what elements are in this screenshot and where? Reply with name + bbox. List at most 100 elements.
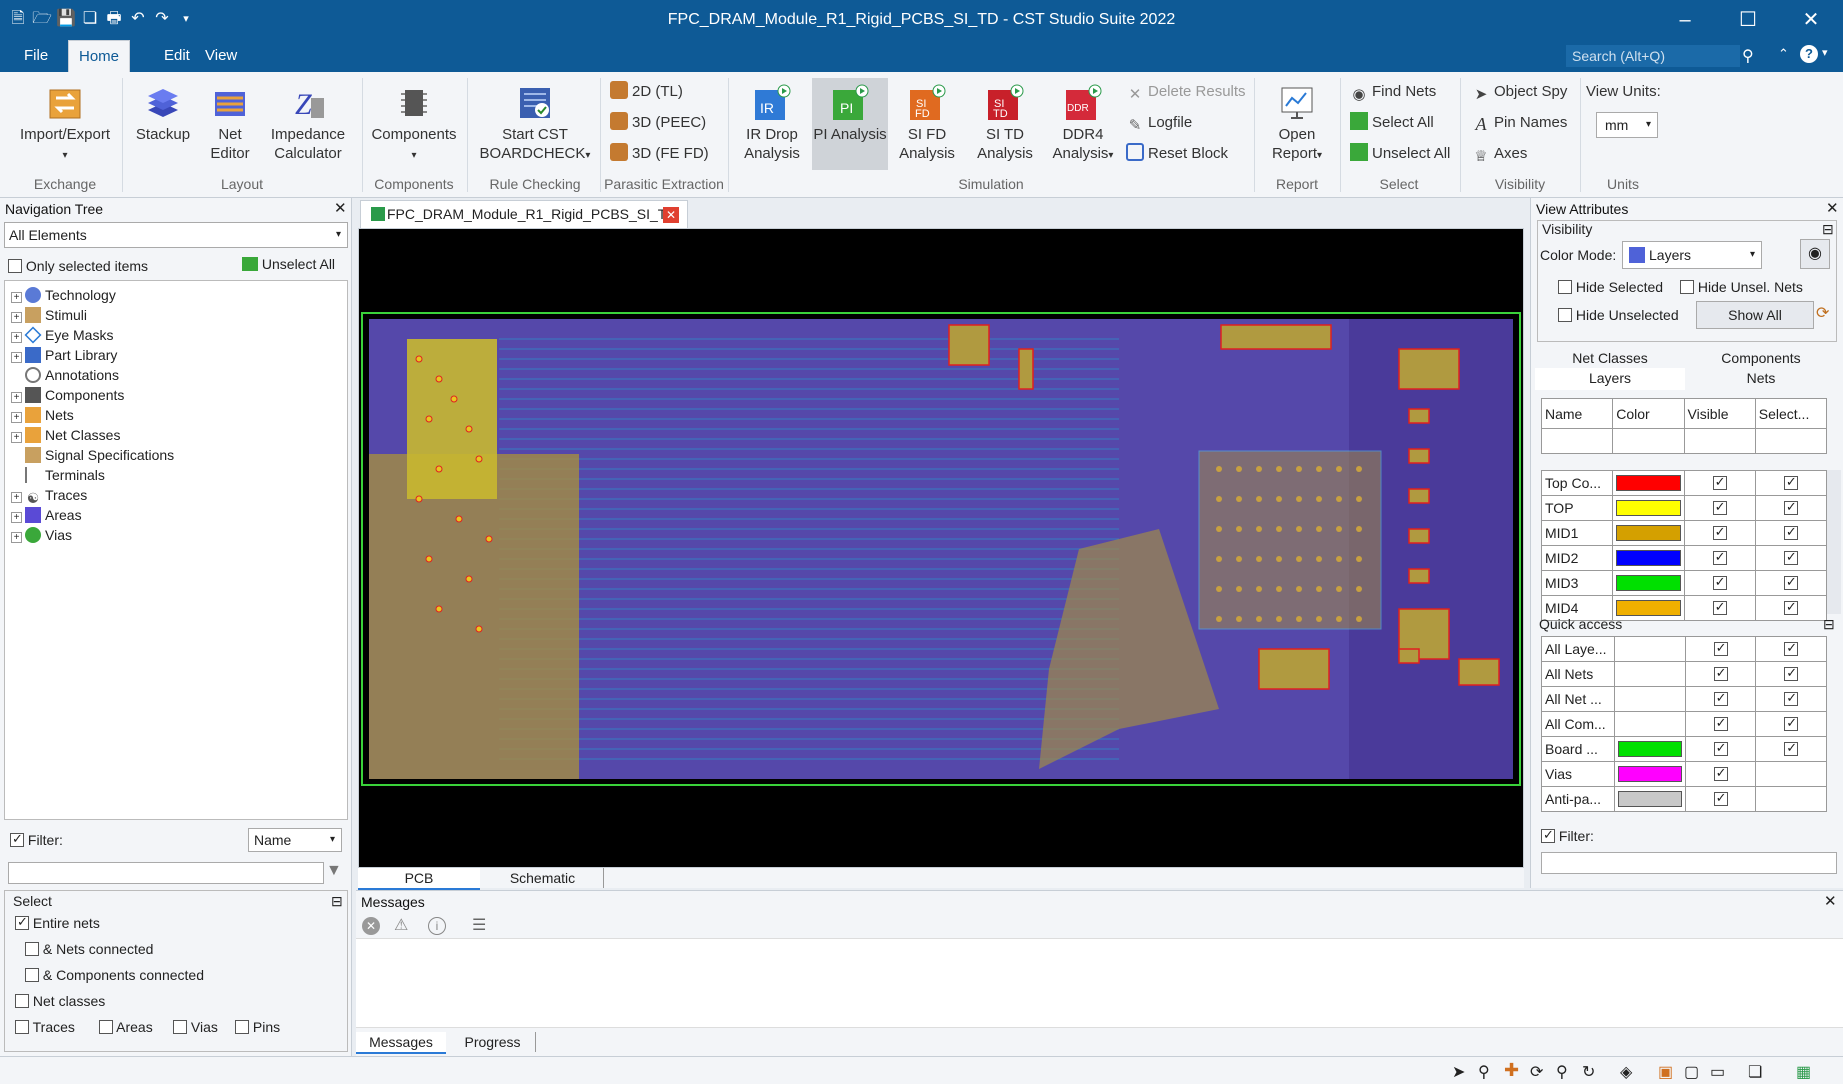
zoom-area-icon[interactable]: ⚲: [1556, 1062, 1568, 1082]
checkbox[interactable]: [15, 914, 29, 930]
visible-checkbox[interactable]: [1712, 574, 1727, 590]
filter-close-icon[interactable]: [10, 831, 24, 847]
expand-icon[interactable]: +: [11, 512, 22, 523]
layer-row[interactable]: MID1: [1540, 520, 1828, 546]
quick-access-row[interactable]: Board ...: [1540, 736, 1827, 762]
info-filter-icon[interactable]: i: [428, 917, 446, 935]
delete-results-button[interactable]: ✕ Delete Results: [1126, 80, 1246, 104]
collapse-icon[interactable]: ⊟: [331, 893, 343, 910]
tree-item-net-classes[interactable]: + Net Classes: [11, 425, 120, 445]
search-icon[interactable]: ⚲: [1742, 46, 1754, 66]
tree-item-areas[interactable]: + Areas: [11, 505, 82, 525]
fit-view-icon[interactable]: ▣: [1658, 1062, 1673, 1082]
select-checkbox[interactable]: [1784, 640, 1799, 656]
filter-close-icon[interactable]: [1541, 827, 1555, 843]
select-all-button[interactable]: Select All: [1350, 111, 1434, 135]
tab-messages[interactable]: Messages: [356, 1032, 446, 1054]
unselect-all-button[interactable]: Unselect All: [1350, 142, 1450, 166]
start-boardcheck-button[interactable]: Start CST BOARDCHECK▾: [476, 84, 594, 165]
message-list-icon[interactable]: ☰: [472, 915, 486, 935]
open-report-button[interactable]: Open Report▾: [1260, 84, 1334, 165]
color-mode-select[interactable]: Layers ▾: [1622, 241, 1762, 269]
tree-item-stimuli[interactable]: + Stimuli: [11, 305, 87, 325]
collapse-icon[interactable]: ⊟: [1823, 616, 1835, 633]
visible-checkbox[interactable]: [1713, 640, 1728, 656]
tree-item-part-library[interactable]: + Part Library: [11, 345, 117, 365]
close-pane-icon[interactable]: ✕: [1824, 892, 1837, 910]
tab-components[interactable]: Components: [1685, 348, 1837, 368]
checkbox[interactable]: [15, 994, 29, 1008]
select-checkbox[interactable]: [1784, 665, 1799, 681]
help-icon[interactable]: ?: [1800, 45, 1818, 63]
tab-progress[interactable]: Progress: [450, 1032, 536, 1052]
expand-icon[interactable]: +: [11, 312, 22, 323]
logfile-button[interactable]: ✎ Logfile: [1126, 111, 1193, 135]
ir-drop-analysis-button[interactable]: IR IR Drop Analysis: [736, 84, 808, 163]
maximize-button[interactable]: ☐: [1721, 0, 1775, 40]
color-swatch[interactable]: [1616, 475, 1681, 491]
object-spy-button[interactable]: ➤ Object Spy: [1472, 80, 1568, 104]
3d-peec-button[interactable]: 3D (PEEC): [610, 111, 706, 135]
nav-unselect-all-button[interactable]: Unselect All: [242, 256, 335, 272]
reset-view-icon[interactable]: ▢: [1684, 1062, 1699, 1082]
tree-item-eye-masks[interactable]: + Eye Masks: [11, 325, 113, 345]
view-attr-filter-input[interactable]: [1541, 852, 1837, 874]
layers-scrollbar[interactable]: [1827, 470, 1841, 614]
quick-access-row[interactable]: All Com...: [1540, 711, 1827, 737]
nets-connected-checkbox[interactable]: & Nets connected: [25, 941, 153, 957]
element-filter-select[interactable]: All Elements ▾: [4, 222, 348, 248]
menu-home[interactable]: Home: [68, 40, 131, 72]
view-attr-filter-toggle[interactable]: Filter:: [1541, 827, 1594, 844]
visible-checkbox[interactable]: [1712, 524, 1727, 540]
visible-checkbox[interactable]: [1713, 665, 1728, 681]
find-nets-button[interactable]: ◉ Find Nets: [1350, 80, 1436, 104]
tree-item-nets[interactable]: + Nets: [11, 405, 74, 425]
expand-icon[interactable]: +: [11, 492, 22, 503]
column-name[interactable]: Name: [1540, 398, 1614, 429]
checkbox[interactable]: [173, 1020, 187, 1034]
visible-checkbox[interactable]: [1712, 499, 1727, 515]
zoom-icon[interactable]: ⚲: [1478, 1062, 1490, 1082]
visible-checkbox[interactable]: [1713, 790, 1728, 806]
view-units-select[interactable]: mm ▾: [1596, 112, 1658, 138]
select-checkbox[interactable]: [1784, 690, 1799, 706]
show-all-button[interactable]: Show All: [1696, 301, 1814, 329]
3d-fe-fd-button[interactable]: 3D (FE FD): [610, 142, 709, 166]
net-classes-checkbox[interactable]: Net classes: [15, 993, 105, 1009]
column-select[interactable]: Select...: [1754, 398, 1828, 429]
pcb-layout-view[interactable]: [359, 229, 1523, 867]
net-editor-button[interactable]: Net Editor: [200, 84, 260, 163]
visible-checkbox[interactable]: [1713, 740, 1728, 756]
select-checkbox[interactable]: [1784, 715, 1799, 731]
expand-icon[interactable]: +: [11, 352, 22, 363]
quick-access-row[interactable]: All Nets: [1540, 661, 1827, 687]
close-pane-icon[interactable]: ✕: [1826, 199, 1839, 217]
quick-access-row[interactable]: Anti-pa...: [1540, 786, 1827, 812]
layer-row[interactable]: MID2: [1540, 545, 1828, 571]
tree-item-vias[interactable]: + Vias: [11, 525, 72, 545]
checkbox[interactable]: [1558, 308, 1572, 322]
visible-checkbox[interactable]: [1713, 690, 1728, 706]
select-checkbox[interactable]: [1783, 524, 1798, 540]
menu-edit[interactable]: Edit: [154, 40, 200, 72]
impedance-calculator-button[interactable]: Z Impedance Calculator: [264, 84, 352, 163]
color-swatch[interactable]: [1616, 525, 1681, 541]
perspective-icon[interactable]: ▭: [1710, 1062, 1725, 1082]
quick-access-row[interactable]: Vias: [1540, 761, 1827, 787]
color-swatch[interactable]: [1618, 766, 1682, 782]
filter-input[interactable]: [8, 862, 324, 884]
tree-item-terminals[interactable]: Terminals: [25, 465, 105, 485]
minimize-button[interactable]: –: [1658, 0, 1712, 40]
traces-checkbox[interactable]: Traces: [15, 1019, 75, 1035]
layout-options-icon[interactable]: ▦: [1796, 1062, 1811, 1082]
axes-button[interactable]: ♕ Axes: [1472, 142, 1527, 166]
si-td-analysis-button[interactable]: SI TD SI TD Analysis: [970, 84, 1040, 163]
tree-item-signal-specifications[interactable]: Signal Specifications: [25, 445, 174, 465]
filter-toggle[interactable]: Filter:: [10, 831, 63, 848]
help-dropdown-icon[interactable]: ▾: [1822, 46, 1828, 59]
funnel-icon[interactable]: ▼: [326, 862, 342, 880]
color-swatch[interactable]: [1616, 600, 1681, 616]
quick-access-row[interactable]: All Laye...: [1540, 636, 1827, 662]
checkbox[interactable]: [15, 1020, 29, 1034]
tab-layers[interactable]: Layers: [1535, 368, 1685, 390]
